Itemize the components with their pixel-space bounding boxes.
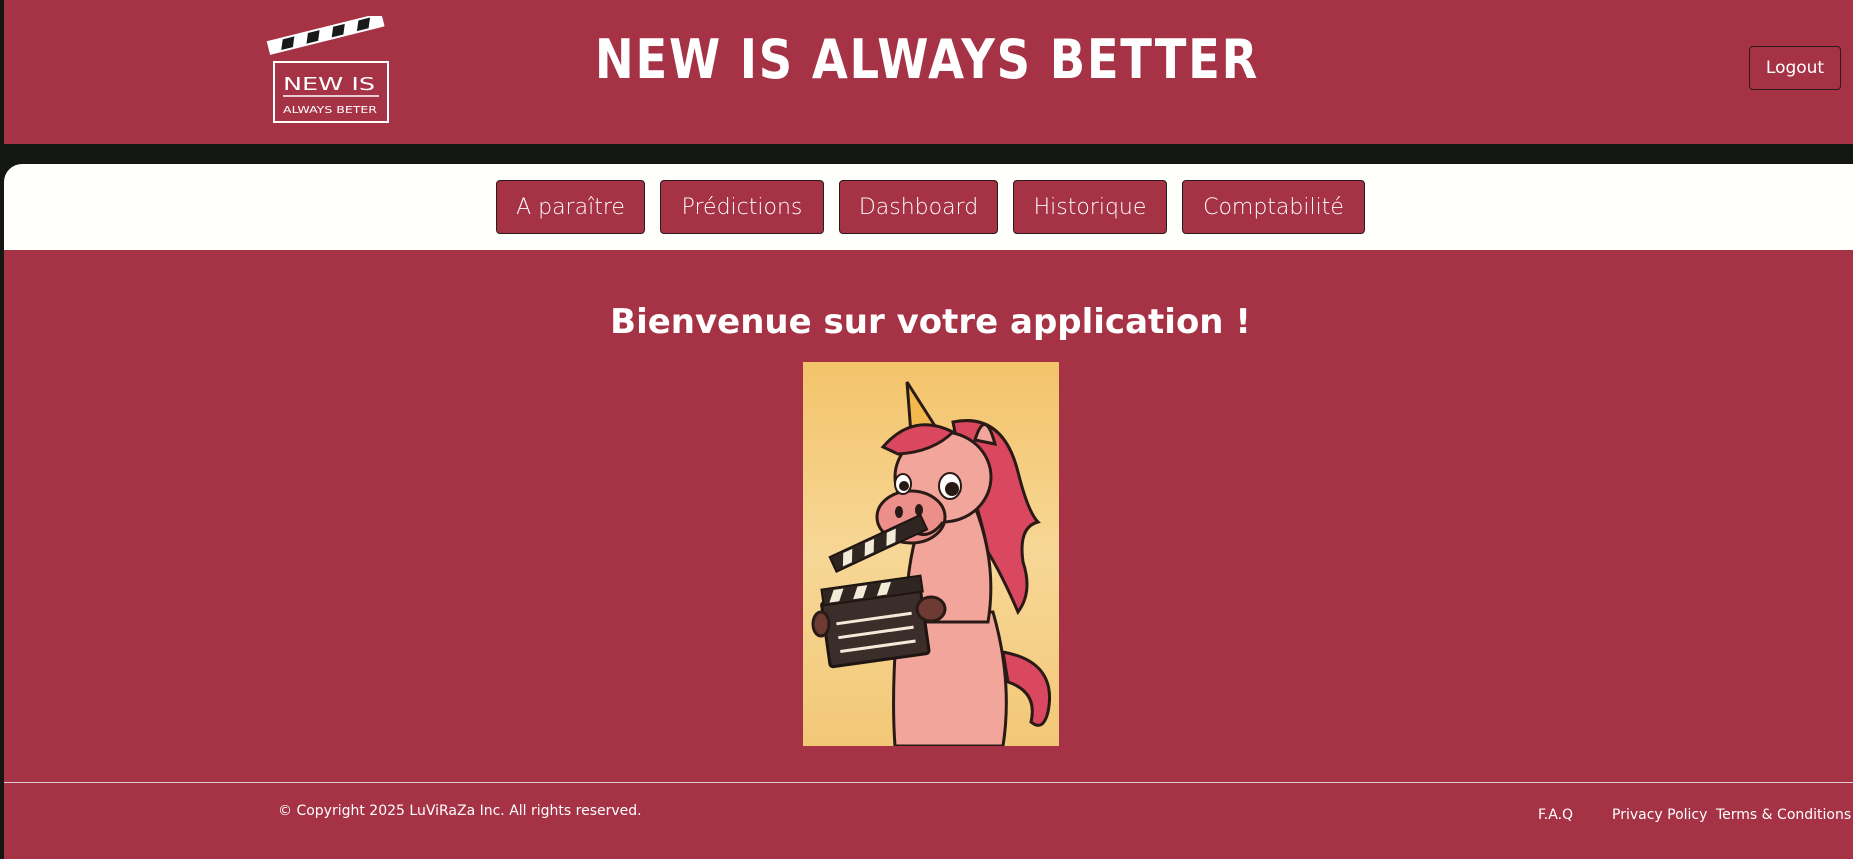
nav-historique-button[interactable]: Historique	[1013, 180, 1167, 234]
logout-button[interactable]: Logout	[1749, 46, 1841, 90]
faq-link[interactable]: F.A.Q	[1538, 807, 1573, 823]
header-divider-band	[4, 144, 1853, 164]
privacy-policy-link[interactable]: Privacy Policy	[1612, 807, 1707, 823]
nav-a-paraitre-button[interactable]: A paraître	[496, 180, 645, 234]
main-content: Bienvenue sur votre application !	[4, 250, 1853, 782]
site-title: NEW IS ALWAYS BETTER	[594, 28, 1260, 91]
terms-conditions-link[interactable]: Terms & Conditions	[1716, 807, 1851, 823]
svg-text:ALWAYS BETER: ALWAYS BETER	[283, 105, 377, 116]
welcome-heading: Bienvenue sur votre application !	[610, 302, 1251, 342]
nav-predictions-button[interactable]: Prédictions	[660, 180, 824, 234]
unicorn-clapperboard-image	[803, 362, 1059, 746]
main-navigation: A paraître Prédictions Dashboard Histori…	[4, 164, 1853, 250]
unicorn-illustration-icon	[811, 381, 1051, 746]
site-footer: © Copyright 2025 LuViRaZa Inc. All right…	[4, 782, 1853, 859]
nav-dashboard-button[interactable]: Dashboard	[839, 180, 998, 234]
copyright-text: © Copyright 2025 LuViRaZa Inc. All right…	[278, 803, 642, 819]
nav-comptabilite-button[interactable]: Comptabilité	[1182, 180, 1365, 234]
site-header: NEW IS ALWAYS BETER NEW IS ALWAYS BETTER…	[4, 0, 1853, 144]
